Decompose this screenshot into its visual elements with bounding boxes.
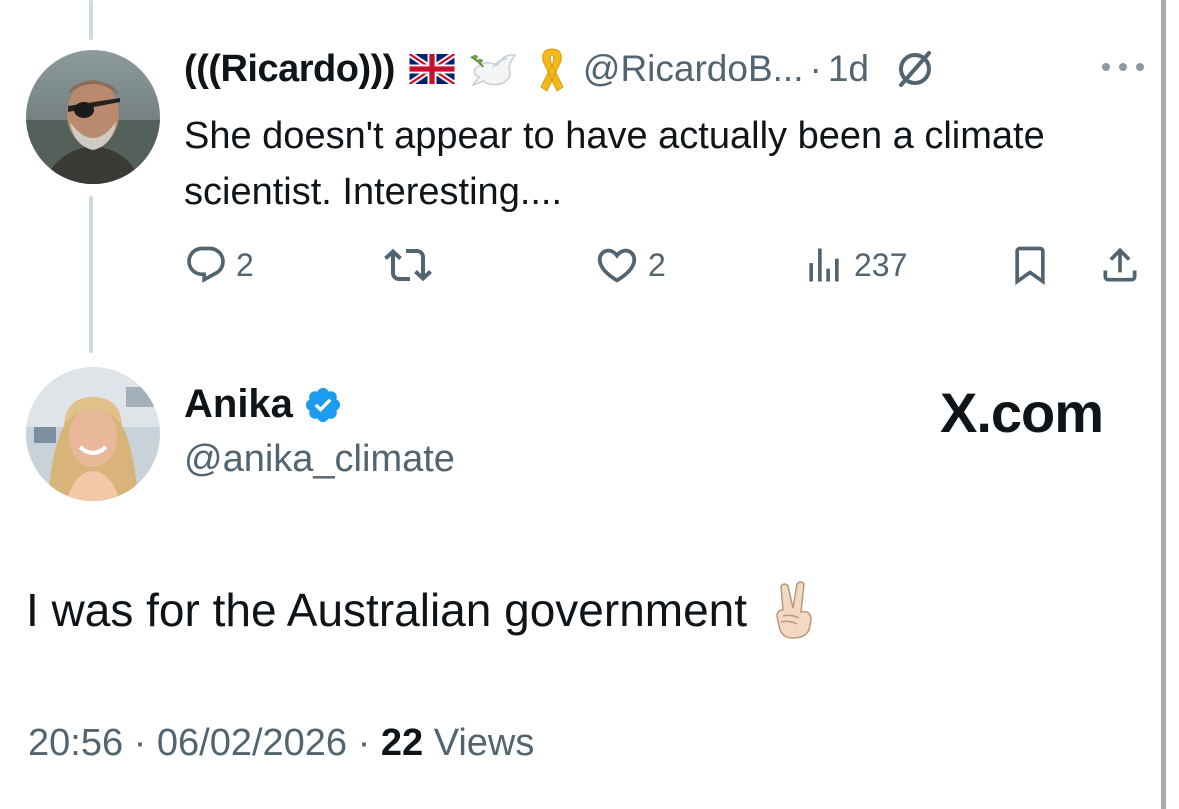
avatar-anika[interactable] <box>26 367 160 501</box>
tweet-author-name[interactable]: Anika <box>184 382 293 427</box>
yellow-ribbon-icon <box>535 45 569 93</box>
tweet-author-handle[interactable]: @anika_climate <box>184 438 455 481</box>
verified-badge-icon[interactable] <box>303 385 343 425</box>
x-com-watermark: X.com <box>940 381 1104 444</box>
scrollbar[interactable] <box>1161 0 1166 809</box>
views-count: 237 <box>854 246 908 283</box>
reply-count: 2 <box>236 246 254 283</box>
share-icon <box>1103 247 1137 282</box>
tweet-author-name-row: Anika <box>184 382 343 427</box>
tweet-time[interactable]: 20:56 <box>28 722 123 764</box>
reply-button[interactable]: 2 <box>184 240 254 290</box>
like-count: 2 <box>648 246 666 283</box>
bookmark-icon <box>1015 246 1045 286</box>
comment-icon <box>187 246 225 283</box>
views-button[interactable]: 237 <box>802 240 907 290</box>
tweet-text-row: I was for the Australian government <box>26 580 817 640</box>
repost-icon <box>384 248 432 282</box>
tweet-views-count: 22 <box>380 722 424 764</box>
heart-icon <box>597 248 637 283</box>
tweet-date[interactable]: 06/02/2026 <box>157 722 347 764</box>
meta-separator-1: · <box>133 722 147 764</box>
thread-connector-line <box>89 196 93 353</box>
reply-header: (((Ricardo))) @RicardoB... · 1d <box>184 40 937 98</box>
tweet-text: I was for the Australian government <box>26 584 748 636</box>
dove-icon <box>469 47 521 91</box>
uk-flag-icon <box>408 54 455 84</box>
thread-line-top <box>89 0 93 40</box>
reply-author-name[interactable]: (((Ricardo))) <box>184 48 395 91</box>
reply-actions-bar: 2 2 237 <box>184 240 1144 290</box>
reply-timestamp[interactable]: 1d <box>828 48 869 90</box>
bookmark-button[interactable] <box>1008 240 1052 290</box>
more-options-icon[interactable] <box>1100 58 1146 81</box>
repost-button[interactable] <box>384 240 432 290</box>
reply-text: She doesn't appear to have actually been… <box>184 115 1045 213</box>
avatar-ricardo[interactable] <box>26 50 160 184</box>
share-button[interactable] <box>1098 240 1142 290</box>
reply-author-handle[interactable]: @RicardoB... <box>583 48 804 90</box>
reply-dot-separator: · <box>809 48 822 89</box>
victory-hand-icon <box>771 580 817 640</box>
tweet-views-label: Views <box>433 722 535 764</box>
like-button[interactable]: 2 <box>594 240 666 290</box>
tweet-meta: 20:56 · 06/02/2026 · 22 Views <box>28 722 534 765</box>
meta-separator-2: · <box>357 722 371 764</box>
circle-slash-icon <box>893 47 937 91</box>
analytics-icon <box>809 248 839 282</box>
